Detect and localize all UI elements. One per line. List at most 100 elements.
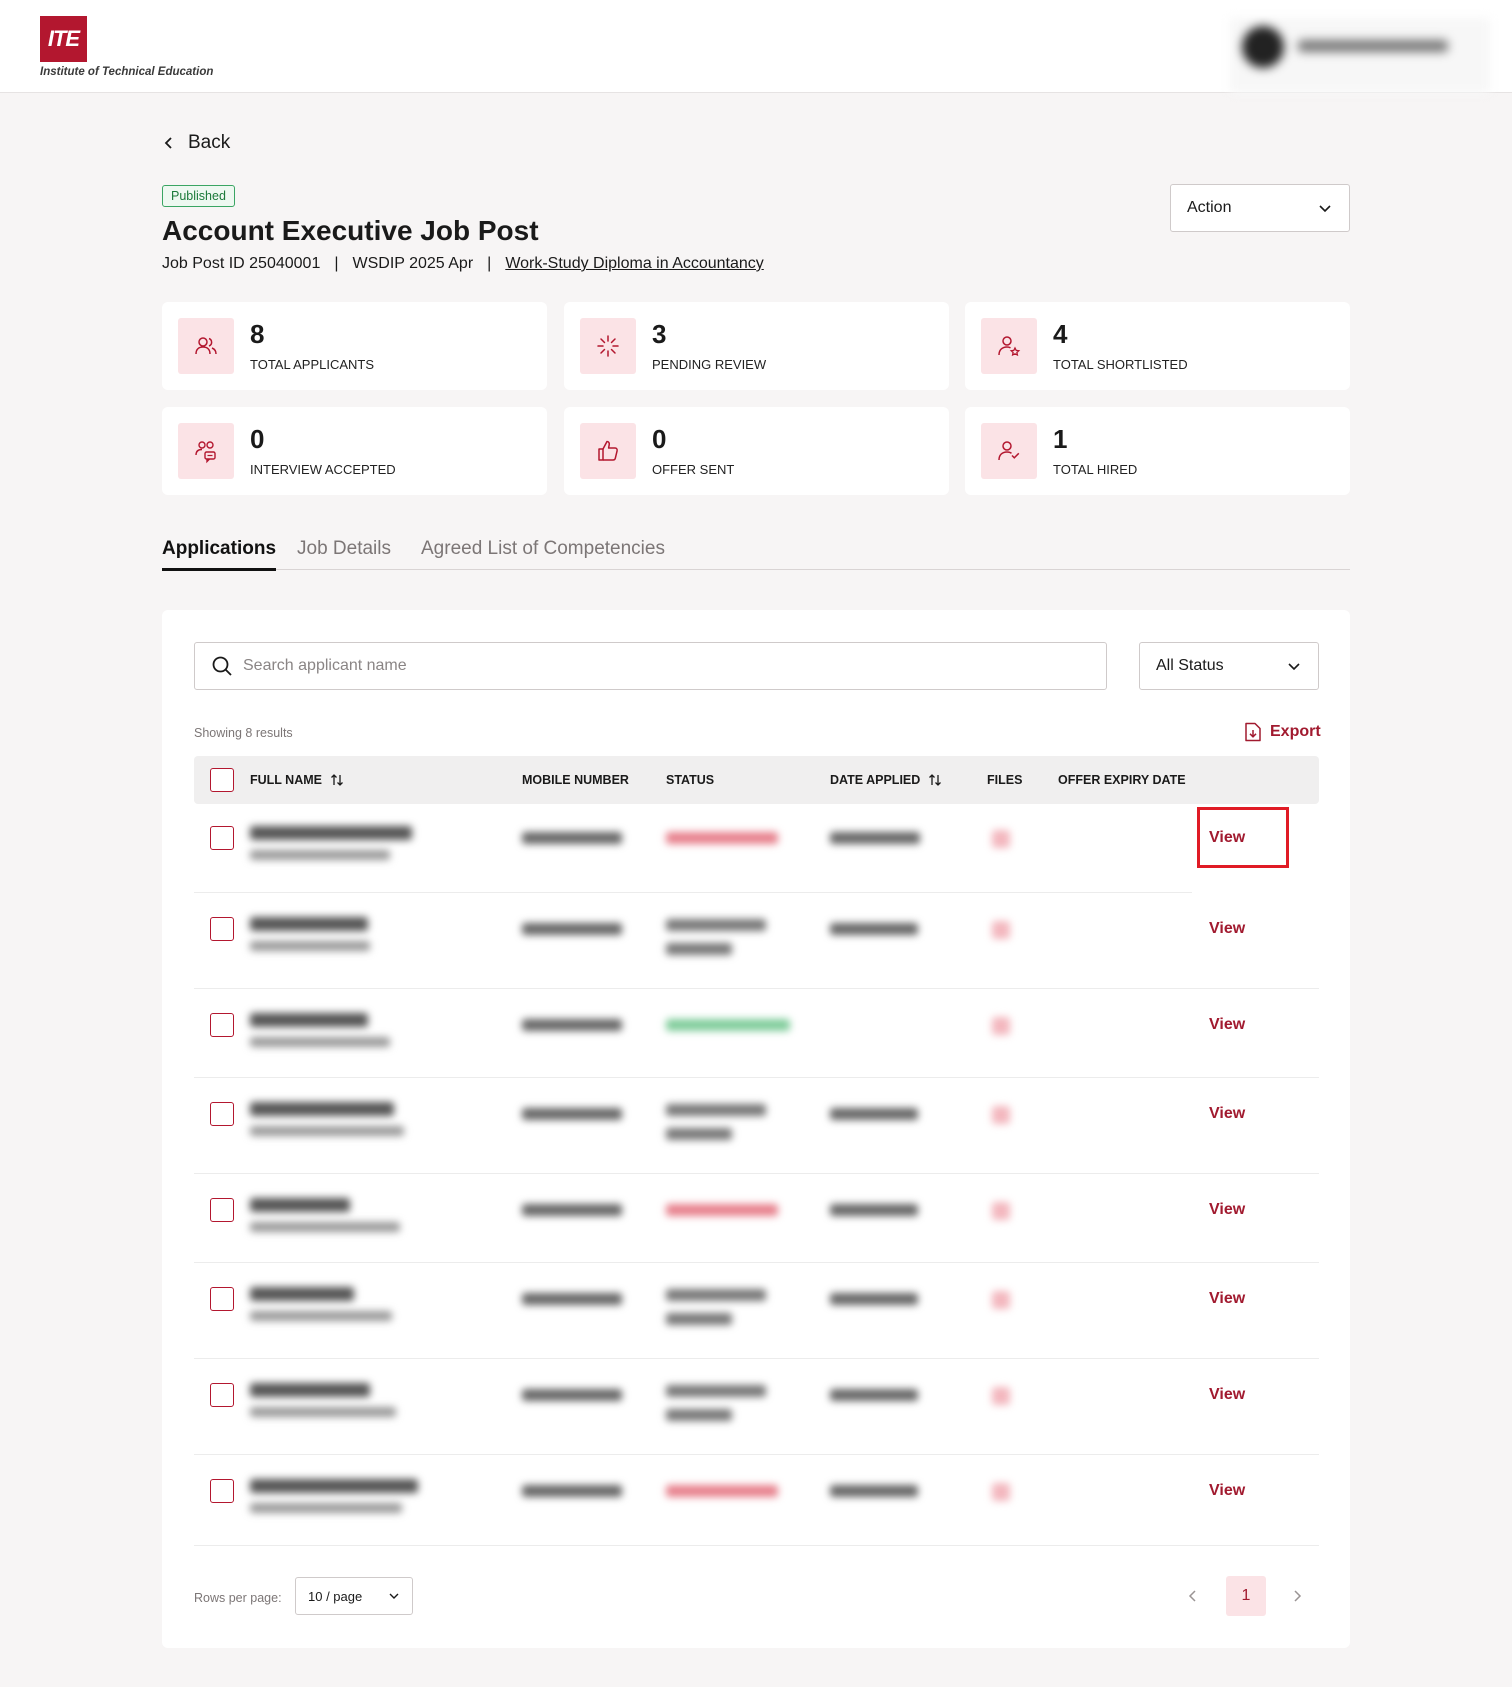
tab-agreed-competencies[interactable]: Agreed List of Competencies bbox=[421, 538, 665, 560]
row-checkbox[interactable] bbox=[210, 1013, 234, 1037]
date-redacted bbox=[830, 1293, 918, 1305]
file-icon[interactable] bbox=[992, 1017, 1010, 1035]
file-icon[interactable] bbox=[992, 921, 1010, 939]
status-badge: Published bbox=[162, 185, 235, 207]
job-intake: WSDIP 2025 Apr bbox=[352, 255, 474, 272]
status-redacted bbox=[666, 1385, 766, 1397]
applicant-name-redacted bbox=[250, 1383, 370, 1397]
page-1-button[interactable]: 1 bbox=[1226, 1576, 1266, 1616]
select-all-checkbox[interactable] bbox=[210, 768, 234, 792]
view-button[interactable]: View bbox=[1209, 920, 1245, 938]
table-row: View bbox=[194, 1078, 1319, 1174]
file-icon[interactable] bbox=[992, 1291, 1010, 1309]
date-redacted bbox=[830, 1204, 918, 1216]
table-row: View bbox=[194, 989, 1319, 1078]
applicant-email-redacted bbox=[250, 1222, 400, 1232]
applicant-name-redacted bbox=[250, 1102, 394, 1116]
action-label: Action bbox=[1187, 199, 1232, 216]
search-input[interactable] bbox=[243, 657, 1043, 675]
row-checkbox[interactable] bbox=[210, 917, 234, 941]
applicant-email-redacted bbox=[250, 1311, 392, 1321]
status-redacted bbox=[666, 1104, 766, 1116]
tab-job-details[interactable]: Job Details bbox=[297, 538, 391, 560]
avatar bbox=[1242, 26, 1284, 68]
stat-value: 3 bbox=[652, 319, 667, 349]
file-icon[interactable] bbox=[992, 1106, 1010, 1124]
mobile-redacted bbox=[522, 1019, 622, 1031]
file-download-icon bbox=[1245, 722, 1261, 742]
status-redacted bbox=[666, 919, 766, 931]
action-dropdown[interactable]: Action bbox=[1170, 184, 1350, 232]
status-redacted bbox=[666, 943, 732, 955]
mobile-redacted bbox=[522, 1485, 622, 1497]
course-link[interactable]: Work-Study Diploma in Accountancy bbox=[505, 255, 763, 273]
view-button[interactable]: View bbox=[1209, 829, 1245, 847]
applicant-email-redacted bbox=[250, 1503, 402, 1513]
file-icon[interactable] bbox=[992, 1387, 1010, 1405]
status-redacted bbox=[666, 832, 778, 844]
view-button[interactable]: View bbox=[1209, 1386, 1245, 1404]
user-menu[interactable] bbox=[1230, 18, 1490, 93]
status-redacted bbox=[666, 1409, 732, 1421]
view-button[interactable]: View bbox=[1209, 1016, 1245, 1034]
tab-applications[interactable]: Applications bbox=[162, 538, 277, 571]
thumbs-up-icon bbox=[580, 423, 636, 479]
row-checkbox[interactable] bbox=[210, 1198, 234, 1222]
mobile-redacted bbox=[522, 1204, 622, 1216]
back-button[interactable]: Back bbox=[162, 132, 230, 154]
table-row: View bbox=[194, 893, 1319, 989]
applications-panel: All Status Showing 8 results Export FULL… bbox=[162, 610, 1350, 1648]
stat-value: 0 bbox=[250, 424, 265, 454]
column-date-applied[interactable]: DATE APPLIED bbox=[830, 773, 942, 787]
sort-icon bbox=[331, 774, 343, 786]
status-redacted bbox=[666, 1019, 790, 1031]
mobile-redacted bbox=[522, 1108, 622, 1120]
view-button[interactable]: View bbox=[1209, 1201, 1245, 1219]
users-chat-icon bbox=[178, 423, 234, 479]
column-full-name[interactable]: FULL NAME bbox=[250, 773, 344, 787]
prev-page-button[interactable] bbox=[1180, 1583, 1206, 1609]
export-button[interactable]: Export bbox=[1244, 722, 1321, 742]
date-redacted bbox=[830, 832, 920, 844]
applicant-email-redacted bbox=[250, 850, 390, 860]
chevron-down-icon bbox=[1319, 205, 1331, 213]
row-checkbox[interactable] bbox=[210, 1102, 234, 1126]
job-meta: Job Post ID 25040001 | WSDIP 2025 Apr | … bbox=[162, 255, 764, 273]
table-row: View bbox=[194, 1174, 1319, 1263]
applicant-email-redacted bbox=[250, 941, 370, 951]
row-checkbox[interactable] bbox=[210, 826, 234, 850]
status-redacted bbox=[666, 1313, 732, 1325]
status-redacted bbox=[666, 1204, 778, 1216]
search-box[interactable] bbox=[194, 642, 1107, 690]
applicant-name-redacted bbox=[250, 1479, 418, 1493]
applicant-name-redacted bbox=[250, 1198, 350, 1212]
file-icon[interactable] bbox=[992, 1483, 1010, 1501]
export-label: Export bbox=[1270, 723, 1321, 740]
status-redacted bbox=[666, 1485, 778, 1497]
meta-separator: | bbox=[334, 255, 339, 272]
rows-per-page-dropdown[interactable]: 10 / page bbox=[295, 1577, 413, 1615]
logo-mark: ITE bbox=[40, 16, 87, 62]
tab-bar: Applications Job Details Agreed List of … bbox=[162, 532, 1350, 571]
job-post-id: Job Post ID 25040001 bbox=[162, 255, 321, 272]
stat-card-total-applicants: 8 TOTAL APPLICANTS bbox=[162, 302, 547, 390]
applicant-name-redacted bbox=[250, 1287, 354, 1301]
date-redacted bbox=[830, 923, 918, 935]
file-icon[interactable] bbox=[992, 1202, 1010, 1220]
stat-value: 8 bbox=[250, 319, 265, 349]
top-bar: ITE Institute of Technical Education bbox=[0, 0, 1512, 93]
table-row: View bbox=[194, 1359, 1319, 1455]
users-icon bbox=[178, 318, 234, 374]
status-filter-dropdown[interactable]: All Status bbox=[1139, 642, 1319, 690]
mobile-redacted bbox=[522, 1293, 622, 1305]
view-button[interactable]: View bbox=[1209, 1105, 1245, 1123]
ite-logo[interactable]: ITE Institute of Technical Education bbox=[40, 16, 213, 78]
view-button[interactable]: View bbox=[1209, 1290, 1245, 1308]
file-icon[interactable] bbox=[992, 830, 1010, 848]
chevron-down-icon bbox=[1288, 663, 1300, 671]
row-checkbox[interactable] bbox=[210, 1479, 234, 1503]
row-checkbox[interactable] bbox=[210, 1383, 234, 1407]
next-page-button[interactable] bbox=[1284, 1583, 1310, 1609]
view-button[interactable]: View bbox=[1209, 1482, 1245, 1500]
row-checkbox[interactable] bbox=[210, 1287, 234, 1311]
